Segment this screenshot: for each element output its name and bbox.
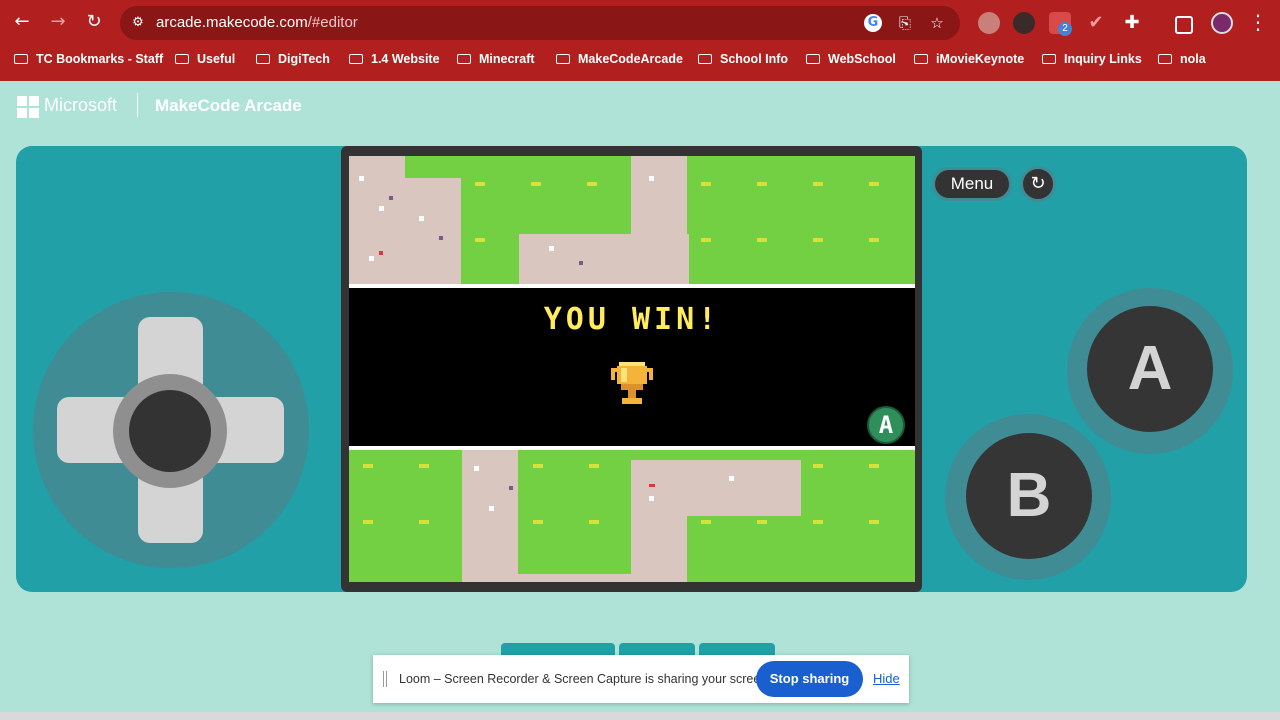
bookmark-nola[interactable]: nola (1158, 46, 1206, 81)
a-button-prompt: A (867, 406, 905, 444)
folder-icon (698, 54, 712, 64)
forward-icon[interactable]: → (46, 10, 70, 34)
bookmark-useful[interactable]: Useful (175, 46, 235, 81)
install-app-icon[interactable]: ⎘ (896, 14, 914, 32)
back-icon[interactable]: ← (10, 10, 34, 34)
folder-icon (556, 54, 570, 64)
bookmarks-bar: TC Bookmarks - Staff Useful DigiTech 1.4… (0, 46, 1280, 81)
url-text[interactable]: arcade.makecode.com/#editor (156, 6, 358, 40)
button-a[interactable]: A (1087, 306, 1213, 432)
profile-avatar-icon[interactable] (1211, 12, 1233, 34)
app-title[interactable]: MakeCode Arcade (155, 96, 302, 116)
bookmark-star-icon[interactable]: ☆ (928, 14, 946, 32)
folder-icon (457, 54, 471, 64)
extension-1-icon[interactable] (978, 12, 1000, 34)
dpad-center (129, 390, 211, 472)
win-message: YOU WIN! (543, 302, 721, 337)
side-panel-icon[interactable] (1175, 16, 1193, 34)
google-lens-icon[interactable]: G (864, 14, 882, 32)
extensions-puzzle-icon[interactable]: ✚ (1121, 12, 1143, 34)
bookmark-webschool[interactable]: WebSchool (806, 46, 896, 81)
makecode-header: Microsoft MakeCode Arcade (0, 81, 1280, 129)
drag-handle-icon[interactable] (383, 671, 387, 687)
bookmark-imoviekeynote[interactable]: iMovieKeynote (914, 46, 1024, 81)
win-banner: YOU WIN! A (349, 284, 915, 450)
more-menu-icon[interactable]: ⋮ (1246, 10, 1270, 34)
extension-2-icon[interactable] (1013, 12, 1035, 34)
reload-icon[interactable]: ↻ (82, 10, 106, 34)
folder-icon (349, 54, 363, 64)
folder-icon (914, 54, 928, 64)
bookmark-school-info[interactable]: School Info (698, 46, 788, 81)
bookmark-digitech[interactable]: DigiTech (256, 46, 330, 81)
sharing-message: Loom – Screen Recorder & Screen Capture … (399, 672, 771, 686)
microsoft-brand[interactable]: Microsoft (44, 95, 117, 116)
address-bar[interactable]: ⚙ arcade.makecode.com/#editor G ⎘ ☆ (120, 6, 960, 40)
extension-badge: 2 (1058, 22, 1072, 36)
checkmark-extension-icon[interactable]: ✔ (1085, 12, 1107, 34)
folder-icon (1042, 54, 1056, 64)
bookmark-inquiry-links[interactable]: Inquiry Links (1042, 46, 1142, 81)
loom-sharing-bar: Loom – Screen Recorder & Screen Capture … (373, 655, 909, 703)
hide-link[interactable]: Hide (873, 655, 900, 703)
site-info-icon[interactable]: ⚙ (130, 15, 146, 31)
bookmark-tc-bookmarks[interactable]: TC Bookmarks - Staff (14, 46, 163, 81)
folder-icon (175, 54, 189, 64)
trophy-icon (611, 362, 653, 404)
header-divider (137, 93, 138, 117)
bookmark-minecraft[interactable]: Minecraft (457, 46, 535, 81)
bookmark-website[interactable]: 1.4 Website (349, 46, 440, 81)
folder-icon (806, 54, 820, 64)
restart-icon[interactable]: ↻ (1020, 166, 1056, 202)
button-b[interactable]: B (966, 433, 1092, 559)
bookmark-makecodearcade[interactable]: MakeCodeArcade (556, 46, 683, 81)
taskbar-strip (0, 712, 1280, 720)
game-canvas[interactable]: YOU WIN! A (349, 156, 915, 582)
folder-icon (14, 54, 28, 64)
microsoft-logo-icon[interactable] (17, 96, 39, 118)
extension-3-icon[interactable]: 2 (1049, 12, 1072, 36)
menu-button[interactable]: Menu (932, 167, 1012, 201)
folder-icon (256, 54, 270, 64)
browser-toolbar: ← → ↻ ⚙ arcade.makecode.com/#editor G ⎘ … (0, 0, 1280, 46)
folder-icon (1158, 54, 1172, 64)
stop-sharing-button[interactable]: Stop sharing (756, 661, 863, 697)
